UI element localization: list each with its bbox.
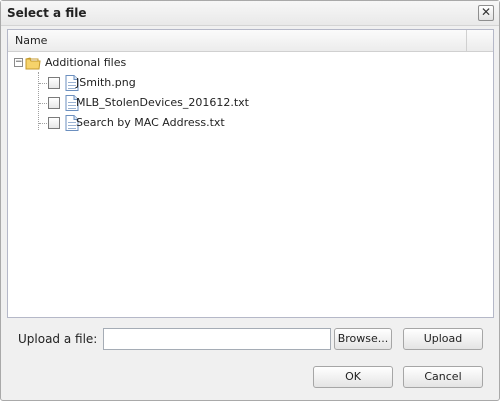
upload-label: Upload a file: [18,332,98,346]
file-name: JSmith.png [76,76,136,89]
select-file-dialog: Select a file ✕ Name − Additional files [0,0,500,401]
close-button[interactable]: ✕ [478,5,494,21]
dialog-title: Select a file [7,6,87,20]
name-column-header[interactable]: Name [8,30,467,51]
tree-file-row[interactable]: MLB_StolenDevices_201612.txt [8,93,493,113]
cancel-button[interactable]: Cancel [403,366,483,388]
dialog-titlebar: Select a file ✕ [1,1,499,26]
tree-connector-branch [39,103,47,104]
tree-connector-branch [39,83,47,84]
browse-button[interactable]: Browse... [334,328,392,350]
file-checkbox[interactable] [48,117,60,129]
column-header: Name [8,30,493,52]
collapse-toggle[interactable]: − [14,58,23,67]
tree-file-row[interactable]: Search by MAC Address.txt [8,113,493,133]
minus-icon: − [15,57,23,67]
file-name: Search by MAC Address.txt [76,116,225,129]
tree-folder-row[interactable]: − Additional files [8,53,493,73]
file-checkbox[interactable] [48,97,60,109]
folder-icon [25,57,41,70]
upload-button[interactable]: Upload [403,328,483,350]
folder-name: Additional files [45,56,127,69]
tree-file-row[interactable]: JSmith.png [8,73,493,93]
file-tree-panel: Name − Additional files JSmith.png MLB_S… [7,29,494,318]
file-checkbox[interactable] [48,77,60,89]
tree-connector-branch [39,123,47,124]
close-icon: ✕ [480,5,492,19]
file-name: MLB_StolenDevices_201612.txt [76,96,249,109]
ok-button[interactable]: OK [313,366,393,388]
upload-file-input[interactable] [103,328,331,350]
